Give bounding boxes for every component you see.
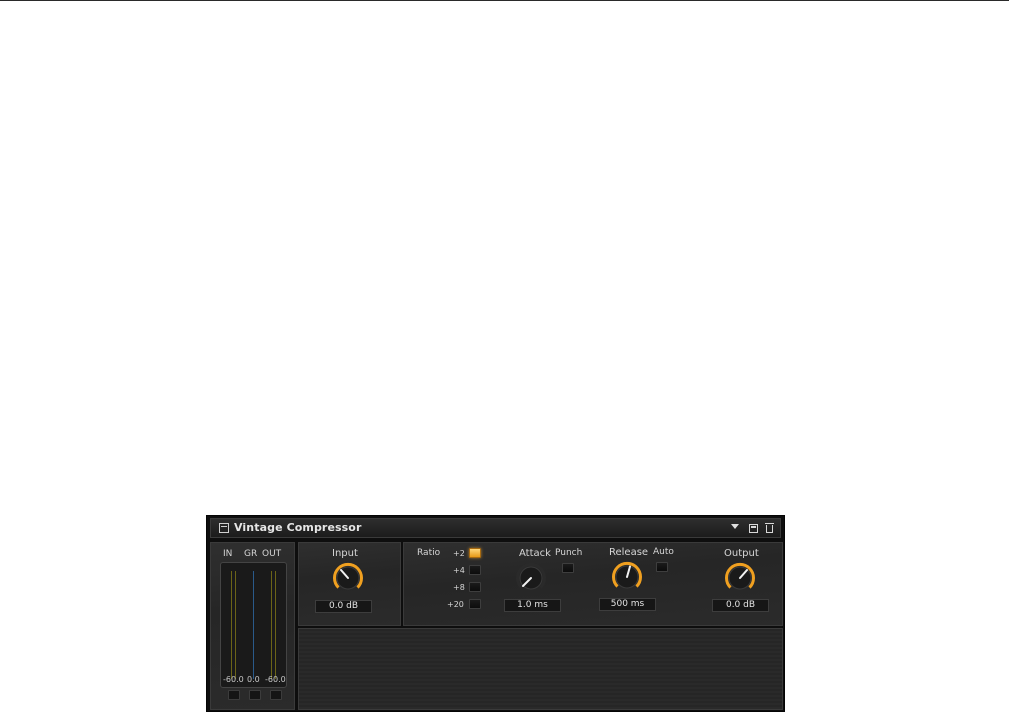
- attack-knob[interactable]: [513, 560, 549, 596]
- trash-icon[interactable]: [765, 523, 774, 533]
- bottom-texture-panel: [298, 628, 783, 710]
- meter-out-label: OUT: [262, 549, 282, 559]
- punch-label: Punch: [555, 548, 583, 558]
- input-panel: Input 0.0 dB: [298, 542, 401, 626]
- punch-toggle[interactable]: [562, 563, 574, 573]
- in-meter-value: -60.0: [223, 675, 244, 684]
- out-meter-bar-left: [271, 571, 272, 679]
- ratio-8-button[interactable]: [469, 582, 481, 592]
- auto-label: Auto: [653, 547, 674, 557]
- release-knob[interactable]: [609, 559, 645, 595]
- output-value-display[interactable]: 0.0 dB: [712, 599, 769, 612]
- plugin-title: Vintage Compressor: [234, 521, 362, 534]
- input-value-display[interactable]: 0.0 dB: [315, 600, 372, 613]
- in-meter-bar-left: [231, 571, 232, 679]
- vintage-compressor-plugin: Vintage Compressor IN GR OUT -60.0 0.0 -…: [206, 515, 785, 712]
- ratio-2-button[interactable]: [469, 548, 481, 558]
- auto-toggle[interactable]: [656, 562, 668, 572]
- meter-panel: IN GR OUT -60.0 0.0 -60.0: [210, 542, 295, 710]
- in-meter-reset-button[interactable]: [228, 690, 240, 700]
- gr-meter-bar: [253, 571, 254, 679]
- ratio-option-label-20: +20: [447, 600, 464, 609]
- output-label: Output: [724, 548, 759, 559]
- ratio-4-button[interactable]: [469, 565, 481, 575]
- plugin-titlebar: Vintage Compressor: [210, 518, 781, 538]
- gr-meter-reset-button[interactable]: [249, 690, 261, 700]
- release-value-display[interactable]: 500 ms: [599, 598, 656, 611]
- input-knob[interactable]: [330, 560, 366, 596]
- release-label: Release: [609, 547, 649, 558]
- input-label: Input: [332, 548, 358, 559]
- ratio-label: Ratio: [417, 548, 441, 558]
- save-icon[interactable]: [749, 524, 758, 533]
- panel-menu-icon[interactable]: [219, 523, 229, 533]
- in-meter-bar-right: [235, 571, 236, 679]
- ratio-option-label-2: +2: [453, 549, 465, 558]
- out-meter-reset-button[interactable]: [270, 690, 282, 700]
- compressor-controls-panel: Ratio +2 +4 +8 +20 Attack 1.0 ms Punch R…: [403, 542, 783, 626]
- ratio-option-label-8: +8: [453, 583, 465, 592]
- meter-gr-label: GR: [244, 549, 258, 559]
- meter-in-label: IN: [223, 549, 233, 559]
- attack-value-display[interactable]: 1.0 ms: [504, 599, 561, 612]
- ratio-20-button[interactable]: [469, 599, 481, 609]
- dropdown-arrow-icon[interactable]: [731, 524, 739, 529]
- output-knob[interactable]: [722, 560, 758, 596]
- gr-meter-value: 0.0: [247, 675, 260, 684]
- attack-label: Attack: [519, 548, 551, 559]
- out-meter-value: -60.0: [265, 675, 286, 684]
- top-divider-line: [0, 0, 1009, 1]
- out-meter-bar-right: [275, 571, 276, 679]
- ratio-option-label-4: +4: [453, 566, 465, 575]
- level-meter-display: -60.0 0.0 -60.0: [220, 562, 287, 688]
